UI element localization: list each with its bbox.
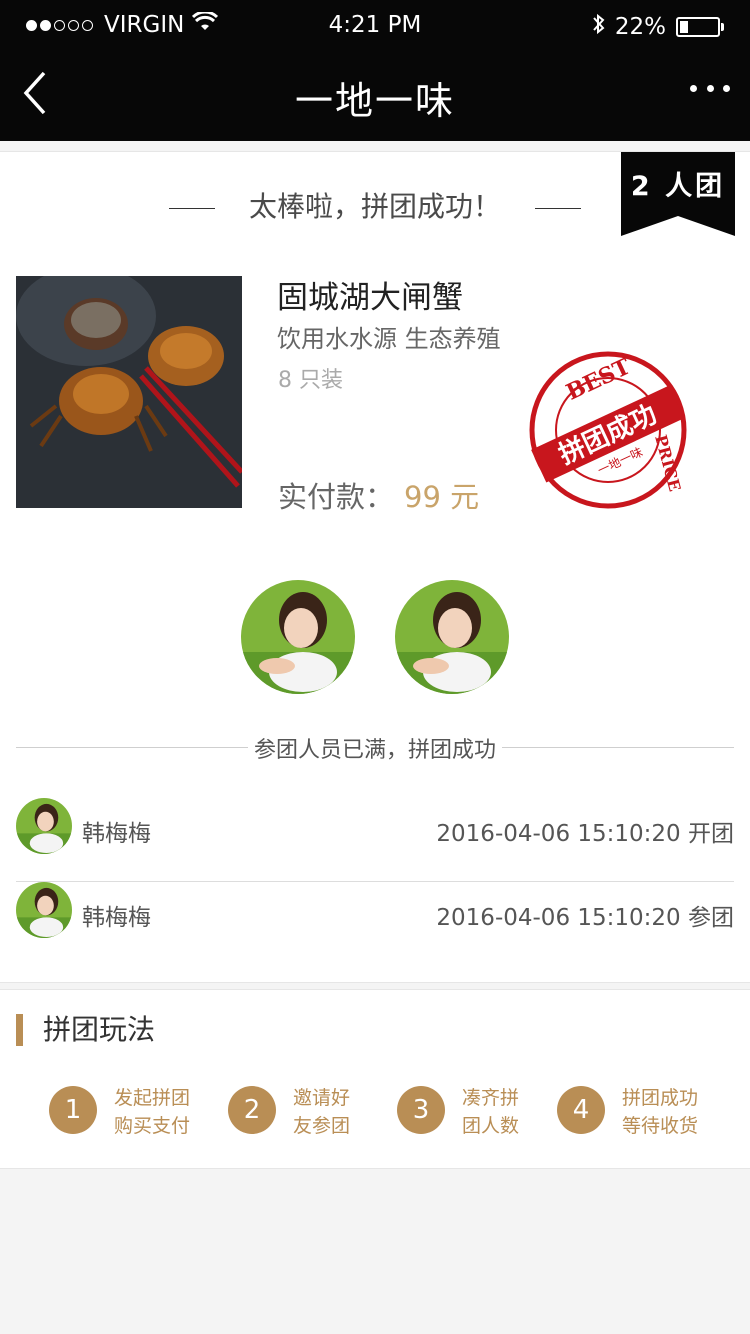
battery-percent: 22% [614, 14, 666, 40]
group-size-badge: 2 人团 [621, 152, 735, 236]
rules-title: 拼团玩法 [16, 1014, 155, 1046]
step-number: 4 [557, 1086, 605, 1134]
step-text: 发起拼团 购买支付 [114, 1087, 191, 1137]
group-full-text: 参团人员已满，拼团成功 [247, 738, 502, 763]
group-size-text: 2 人团 [630, 171, 726, 202]
page-title: 一地一味 [294, 79, 455, 123]
member-time: 2016-04-06 15:10:20 [436, 821, 681, 847]
step-text: 邀请好 友参团 [293, 1087, 351, 1137]
price-value: 99 元 [404, 480, 480, 514]
product-name: 固城湖大闸蟹 [277, 280, 463, 316]
step-number: 3 [397, 1086, 445, 1134]
more-dots-icon[interactable] [690, 78, 730, 98]
participant-avatar[interactable] [395, 580, 509, 694]
group-full-divider: 参团人员已满，拼团成功 [16, 732, 734, 764]
best-price-stamp-icon: BEST PRICE 拼团成功 一地一味 [528, 350, 688, 510]
status-right: 22% [591, 12, 724, 42]
step-text: 拼团成功 等待收货 [622, 1087, 699, 1137]
price-label: 实付款： [278, 480, 395, 514]
product-spec: 8 只装 [278, 368, 343, 393]
group-success-card: 太棒啦，拼团成功！ 2 人团 固城湖大闸蟹 饮用水水源 生态养殖 8 只装 实付… [0, 151, 750, 983]
participant-avatar[interactable] [241, 580, 355, 694]
status-bar: VIRGIN 4:21 PM 22% [0, 0, 750, 48]
member-row: 韩梅梅 2016-04-06 15:10:20 开团 [16, 798, 734, 882]
member-avatar [16, 882, 72, 938]
product-description: 饮用水水源 生态养殖 [277, 325, 501, 353]
member-avatar [16, 798, 72, 854]
member-action: 参团 [688, 905, 734, 931]
product-image [16, 276, 242, 508]
member-meta: 2016-04-06 15:10:20 开团 [436, 814, 734, 848]
group-rules-card: 拼团玩法 1 发起拼团 购买支付 2 邀请好 友参团 3 凑齐拼 团人数 4 拼团成功… [0, 989, 750, 1169]
member-name: 韩梅梅 [82, 905, 151, 931]
success-text: 太棒啦，拼团成功！ [248, 190, 501, 223]
member-row: 韩梅梅 2016-04-06 15:10:20 参团 [16, 882, 734, 966]
member-time: 2016-04-06 15:10:20 [436, 905, 681, 931]
member-name: 韩梅梅 [82, 821, 151, 847]
member-meta: 2016-04-06 15:10:20 参团 [436, 898, 734, 932]
member-action: 开团 [688, 821, 734, 847]
step-number: 1 [49, 1086, 97, 1134]
step-number: 2 [228, 1086, 276, 1134]
battery-icon [676, 17, 724, 37]
step-text: 凑齐拼 团人数 [462, 1087, 520, 1137]
nav-bar: 一地一味 [0, 48, 750, 141]
price-row: 实付款： 99 元 [278, 474, 479, 516]
bluetooth-icon [591, 12, 607, 42]
